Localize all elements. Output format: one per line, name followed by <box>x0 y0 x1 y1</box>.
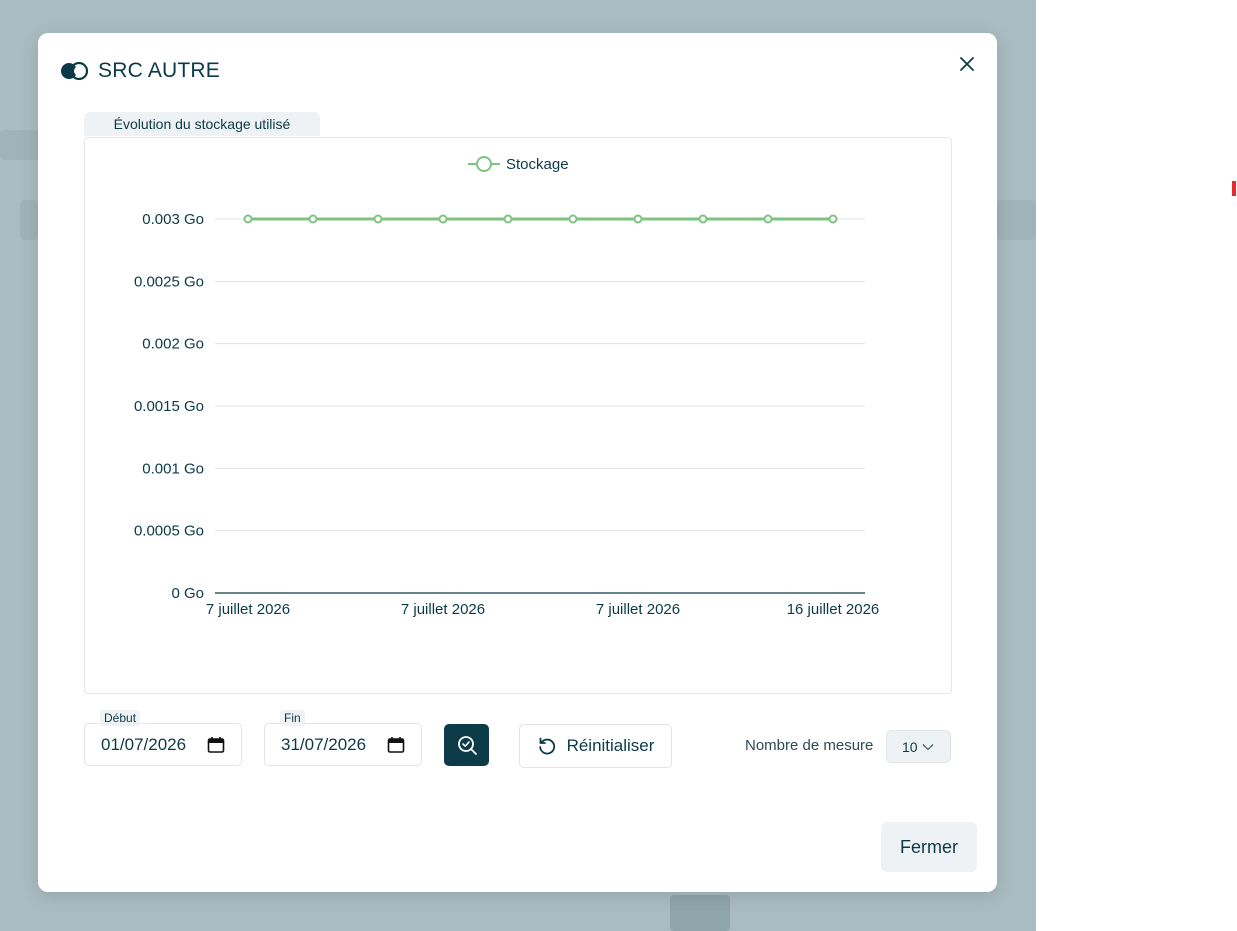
data-point <box>438 214 448 224</box>
end-date-input[interactable]: 31/07/2026 <box>264 723 422 766</box>
measure-count-select[interactable]: 10 <box>886 730 951 763</box>
modal-title: SRC AUTRE <box>98 59 220 82</box>
red-marker <box>1232 181 1236 196</box>
data-point <box>828 214 838 224</box>
storage-modal: SRC AUTRE Évolution du stockage utilisé … <box>38 33 997 892</box>
y-tick-label: 0.003 Go <box>142 211 204 228</box>
data-point <box>633 214 643 224</box>
y-tick-label: 0.0025 Go <box>134 273 204 290</box>
calendar-icon[interactable] <box>207 736 225 754</box>
chevron-down-icon <box>922 743 934 750</box>
reset-icon <box>538 737 555 755</box>
measure-count-label: Nombre de mesure <box>745 737 874 754</box>
end-date-value: 31/07/2026 <box>281 734 367 754</box>
data-point <box>243 214 253 224</box>
background-block <box>20 200 38 240</box>
x-tick-label: 7 juillet 2026 <box>596 601 680 618</box>
legend-marker <box>476 156 492 172</box>
y-tick-label: 0.0015 Go <box>134 398 204 415</box>
zoom-search-icon <box>457 736 477 755</box>
close-modal-button[interactable]: Fermer <box>881 822 977 872</box>
data-point <box>698 214 708 224</box>
legend-label: Stockage <box>506 156 569 173</box>
start-date-value: 01/07/2026 <box>101 734 187 754</box>
x-tick-label: 7 juillet 2026 <box>401 601 485 618</box>
x-tick-label: 7 juillet 2026 <box>206 601 290 618</box>
close-button[interactable] <box>956 53 978 75</box>
background-block <box>670 895 730 931</box>
end-date-label: Fin <box>280 710 305 726</box>
search-button[interactable] <box>444 724 489 766</box>
data-point <box>763 214 773 224</box>
chart-card: 0 Go 0.0005 Go 0.001 Go 0.0015 Go 0.002 Go 0.… <box>84 137 952 694</box>
right-pane <box>1036 0 1237 931</box>
end-date-group: Fin 31/07/2026 <box>264 710 422 766</box>
y-tick-label: 0.001 Go <box>142 460 204 477</box>
storage-chart: 0 Go 0.0005 Go 0.001 Go 0.0015 Go 0.002 Go 0.… <box>134 156 880 618</box>
modal-header: SRC AUTRE <box>60 57 220 85</box>
reset-label: Réinitialiser <box>566 736 655 755</box>
close-icon <box>960 57 974 71</box>
reset-button[interactable]: Réinitialiser <box>519 724 672 768</box>
y-tick-label: 0 Go <box>171 585 204 602</box>
y-tick-label: 0.0005 Go <box>134 523 204 540</box>
logo-icon <box>61 62 88 80</box>
data-point <box>373 214 383 224</box>
chart-tab[interactable]: Évolution du stockage utilisé <box>84 112 320 136</box>
measure-count-value: 10 <box>902 738 918 755</box>
background-block <box>0 130 40 160</box>
x-tick-label: 16 juillet 2026 <box>787 601 880 618</box>
data-point <box>568 214 578 224</box>
y-tick-label: 0.002 Go <box>142 336 204 353</box>
data-point <box>503 214 513 224</box>
start-date-input[interactable]: 01/07/2026 <box>84 723 242 766</box>
background-block <box>997 200 1036 240</box>
start-date-label: Début <box>100 710 141 726</box>
start-date-group: Début 01/07/2026 <box>84 710 242 766</box>
calendar-icon[interactable] <box>387 736 405 754</box>
data-point <box>308 214 318 224</box>
